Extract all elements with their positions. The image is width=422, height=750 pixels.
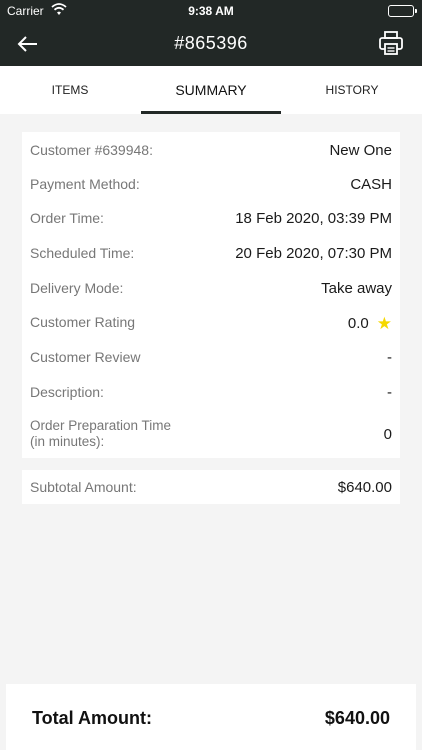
subtotal-card: Subtotal Amount: $640.00 [22, 470, 400, 504]
detail-label: Delivery Mode: [30, 280, 124, 296]
detail-row-scheduled-time: Scheduled Time: 20 Feb 2020, 07:30 PM [30, 245, 392, 265]
detail-value: 0.0 ★ [348, 314, 392, 334]
tab-items-label: ITEMS [51, 83, 89, 97]
detail-value: 18 Feb 2020, 03:39 PM [235, 210, 392, 227]
subtotal-value: $640.00 [337, 479, 392, 496]
detail-label: Customer Review [30, 349, 141, 365]
detail-label: Customer Rating [30, 314, 136, 330]
detail-value: Take away [321, 280, 392, 297]
detail-value: - [387, 384, 392, 401]
order-details-card: Customer #639948: New One Payment Method… [22, 132, 400, 458]
detail-row-delivery-mode: Delivery Mode: Take away [30, 280, 392, 300]
tab-history-label: HISTORY [325, 83, 379, 97]
battery-icon [388, 5, 417, 17]
printer-icon[interactable] [378, 30, 406, 58]
detail-label: Order Preparation Time (in minutes): [30, 418, 171, 450]
clock: 9:38 AM [188, 4, 234, 18]
detail-value: CASH [350, 176, 392, 193]
detail-value: New One [329, 142, 392, 159]
detail-label: Payment Method: [30, 176, 140, 192]
detail-row-preparation-time: Order Preparation Time (in minutes): 0 [30, 418, 392, 452]
tab-history[interactable]: HISTORY [282, 66, 422, 114]
rating-value: 0.0 [347, 315, 369, 332]
detail-value: 20 Feb 2020, 07:30 PM [235, 245, 392, 262]
total-label: Total Amount: [32, 708, 152, 728]
tab-items[interactable]: ITEMS [0, 66, 140, 114]
subtotal-label: Subtotal Amount: [30, 479, 137, 495]
detail-row-description: Description: - [30, 384, 392, 404]
subtotal-row: Subtotal Amount: $640.00 [30, 479, 392, 499]
star-icon: ★ [376, 314, 392, 333]
tab-bar: ITEMS SUMMARY HISTORY [0, 66, 422, 114]
detail-value: 0 [383, 426, 392, 443]
detail-row-payment-method: Payment Method: CASH [30, 176, 392, 196]
detail-value: - [387, 349, 392, 366]
detail-row-customer: Customer #639948: New One [30, 142, 392, 162]
detail-row-customer-review: Customer Review - [30, 349, 392, 369]
detail-label: Scheduled Time: [30, 245, 135, 261]
order-title: #865396 [174, 33, 248, 53]
detail-row-customer-rating: Customer Rating 0.0 ★ [30, 314, 392, 334]
detail-label-line2: (in minutes): [30, 434, 105, 449]
tab-summary-label: SUMMARY [175, 82, 247, 98]
nav-bar: #865396 [0, 22, 422, 66]
total-value: $640.00 [324, 708, 390, 728]
tab-summary[interactable]: SUMMARY [141, 66, 281, 114]
active-tab-indicator [141, 111, 281, 114]
total-bar: Total Amount: $640.00 [6, 684, 416, 750]
detail-row-order-time: Order Time: 18 Feb 2020, 03:39 PM [30, 210, 392, 230]
detail-label: Description: [30, 384, 104, 400]
status-bar: Carrier 9:38 AM [0, 0, 422, 22]
detail-label: Order Time: [30, 210, 104, 226]
detail-label: Customer #639948: [30, 142, 153, 158]
detail-label-line1: Order Preparation Time [30, 418, 172, 433]
